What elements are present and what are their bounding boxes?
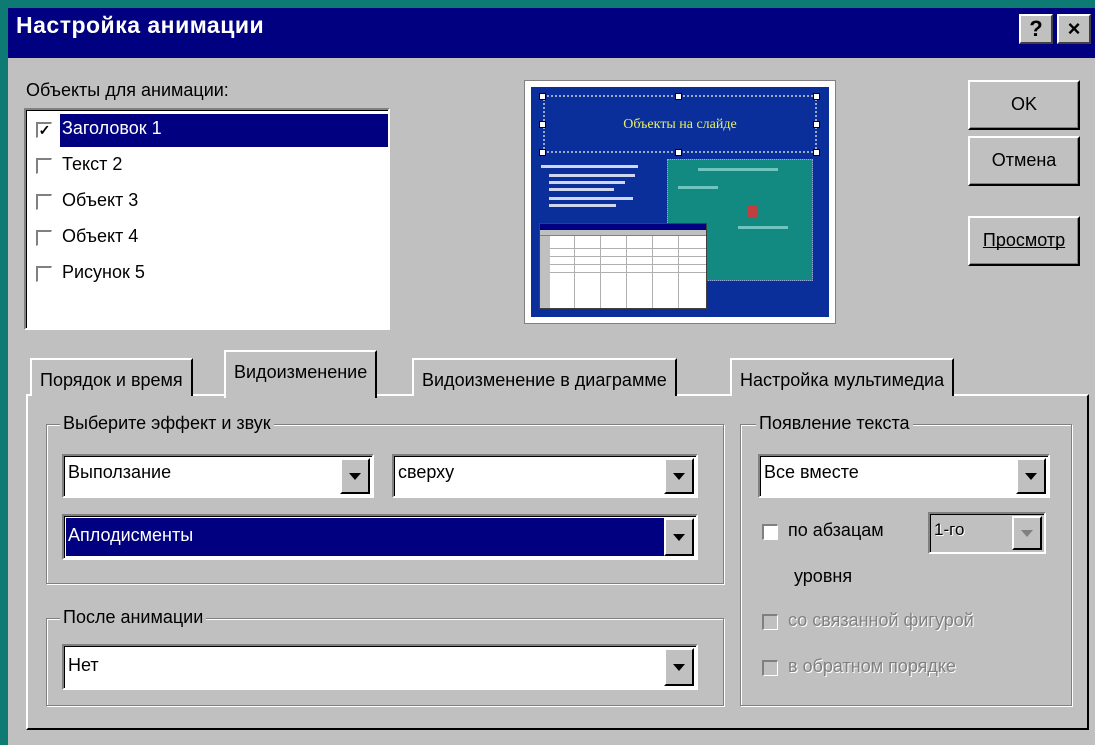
linked-shape-label: со связанной фигурой — [788, 610, 974, 630]
after-animation-value: Нет — [68, 655, 99, 675]
preview-button[interactable]: Просмотр — [968, 216, 1080, 266]
handle-icon — [813, 149, 820, 156]
chevron-down-icon[interactable] — [664, 518, 694, 556]
reverse-order-checkbox — [762, 660, 778, 676]
text-mode-value: Все вместе — [764, 462, 859, 482]
level-select: 1-го — [928, 512, 1046, 554]
effect-select[interactable]: Выползание — [62, 454, 374, 498]
effect-group-label: Выберите эффект и звук — [60, 413, 274, 434]
list-item-5[interactable]: Рисунок 5 — [62, 262, 145, 283]
ok-button[interactable]: OK — [968, 80, 1080, 130]
checkbox-item-1[interactable]: ✓ — [36, 122, 52, 138]
embedded-spreadsheet — [539, 223, 707, 309]
chevron-down-icon[interactable] — [664, 458, 694, 494]
text-placeholder — [541, 161, 649, 223]
list-item-2[interactable]: Текст 2 — [62, 154, 122, 175]
by-paragraph-label[interactable]: по абзацам — [788, 520, 884, 541]
list-item-1[interactable]: Заголовок 1 — [62, 118, 162, 139]
tab-order-timing[interactable]: Порядок и время — [30, 358, 193, 396]
chevron-down-icon[interactable] — [1016, 458, 1046, 494]
handle-icon — [813, 93, 820, 100]
text-mode-select[interactable]: Все вместе — [758, 454, 1050, 498]
chevron-down-icon[interactable] — [664, 648, 694, 686]
handle-icon — [539, 149, 546, 156]
help-button[interactable]: ? — [1019, 14, 1053, 44]
checkbox-item-5[interactable] — [36, 266, 52, 282]
checkbox-item-2[interactable] — [36, 158, 52, 174]
handle-icon — [675, 93, 682, 100]
sound-select[interactable]: Аплодисменты — [62, 514, 698, 560]
effect-group — [46, 424, 724, 584]
dialog-title: Настройка анимации — [16, 12, 265, 38]
list-item-3[interactable]: Объект 3 — [62, 190, 138, 211]
chevron-down-icon — [1012, 516, 1042, 550]
effect-select-value: Выползание — [68, 462, 172, 482]
handle-icon — [539, 121, 546, 128]
slide-title: Объекты на слайде — [623, 117, 737, 132]
picture-icon — [748, 206, 758, 218]
checkbox-item-3[interactable] — [36, 194, 52, 210]
sound-select-value: Аплодисменты — [68, 525, 194, 545]
text-appearance-label: Появление текста — [756, 413, 913, 434]
handle-icon — [675, 149, 682, 156]
level-select-value: 1-го — [934, 520, 965, 539]
close-button[interactable]: × — [1057, 14, 1091, 44]
after-animation-select[interactable]: Нет — [62, 644, 698, 690]
direction-select[interactable]: сверху — [392, 454, 698, 498]
by-paragraph-checkbox[interactable] — [762, 524, 778, 540]
list-item-4[interactable]: Объект 4 — [62, 226, 138, 247]
cancel-button[interactable]: Отмена — [968, 136, 1080, 186]
linked-shape-checkbox — [762, 614, 778, 630]
direction-select-value: сверху — [398, 462, 455, 482]
tab-multimedia[interactable]: Настройка мультимедиа — [730, 358, 955, 396]
level-suffix-label: уровня — [794, 566, 853, 586]
tab-chart-effects[interactable]: Видоизменение в диаграмме — [412, 358, 677, 396]
slide-preview: Объекты на слайде — [524, 80, 836, 324]
checkbox-item-4[interactable] — [36, 230, 52, 246]
tab-effects[interactable]: Видоизменение — [224, 350, 378, 398]
reverse-order-label: в обратном порядке — [788, 656, 956, 676]
chevron-down-icon[interactable] — [340, 458, 370, 494]
handle-icon — [813, 121, 820, 128]
objects-label: Объекты для анимации: — [26, 80, 229, 100]
after-animation-label: После анимации — [60, 607, 207, 628]
handle-icon — [539, 93, 546, 100]
